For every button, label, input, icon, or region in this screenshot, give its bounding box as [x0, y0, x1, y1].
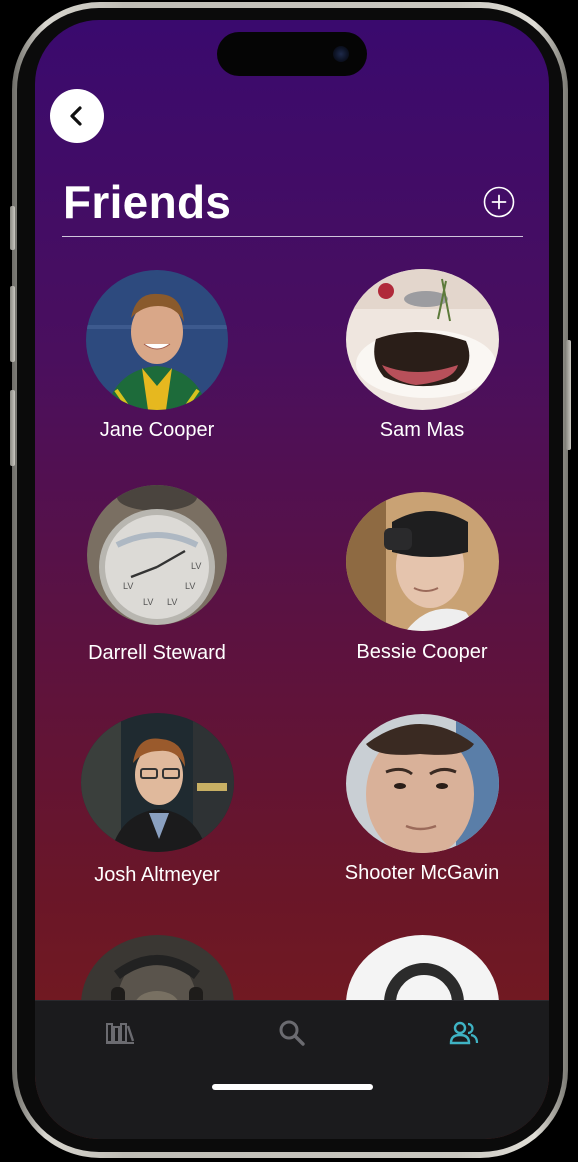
friend-name: Shooter McGavin — [344, 862, 500, 884]
tab-bar — [35, 1000, 549, 1139]
tab-search[interactable] — [272, 1015, 312, 1051]
friend-name: Darrell Steward — [88, 642, 226, 664]
back-button[interactable] — [50, 89, 104, 143]
search-icon — [279, 1020, 305, 1046]
volume-up-button — [10, 286, 15, 362]
phone-device: Friends Jane Cooper Sam Mas LV LV LV LV … — [0, 0, 578, 1162]
avatar — [346, 492, 499, 631]
friend-name: Sam Mas — [379, 419, 465, 441]
app-screen: Friends Jane Cooper Sam Mas LV LV LV LV … — [35, 20, 549, 1139]
tab-friends[interactable] — [444, 1015, 484, 1051]
add-friend-button[interactable] — [483, 186, 515, 218]
chevron-left-icon — [70, 106, 82, 126]
avatar: LV LV LV LV LV — [87, 485, 227, 625]
svg-text:LV: LV — [167, 597, 177, 607]
library-icon — [106, 1023, 135, 1044]
svg-text:LV: LV — [185, 581, 195, 591]
action-button — [10, 206, 15, 250]
power-button — [566, 340, 571, 450]
avatar[interactable] — [81, 935, 234, 1000]
friend-name: Josh Altmeyer — [94, 864, 220, 886]
friend-name: Jane Cooper — [99, 419, 215, 441]
page-title: Friends — [63, 176, 232, 228]
friends-grid: Friends Jane Cooper Sam Mas LV LV LV LV … — [35, 20, 549, 1000]
title-divider — [62, 236, 523, 237]
svg-text:LV: LV — [191, 561, 201, 571]
volume-down-button — [10, 390, 15, 466]
avatar — [346, 714, 499, 853]
avatar — [346, 269, 499, 410]
avatar[interactable] — [346, 935, 499, 1000]
avatar — [86, 270, 228, 410]
home-indicator[interactable] — [212, 1084, 373, 1090]
friend-name: Bessie Cooper — [356, 641, 488, 663]
tab-library[interactable] — [100, 1015, 140, 1051]
avatar — [81, 713, 234, 852]
svg-text:LV: LV — [123, 581, 133, 591]
svg-text:LV: LV — [143, 597, 153, 607]
friends-icon — [449, 1021, 479, 1045]
